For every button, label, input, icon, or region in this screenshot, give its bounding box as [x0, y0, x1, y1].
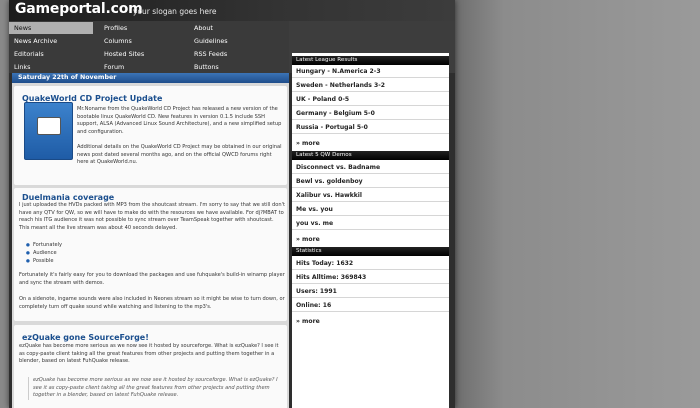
header: Gameportal.com your slogan goes here	[9, 0, 455, 21]
bullet-list: Fortunately Audience Possible	[26, 242, 62, 265]
article-paragraph: Mr.Noname from the QuakeWorld CD Project…	[77, 106, 282, 135]
site-logo[interactable]: Gameportal.com	[15, 1, 143, 17]
monitor-icon	[37, 117, 61, 135]
nav-editorials[interactable]: Editorials	[9, 48, 93, 60]
demo-item[interactable]: Me vs. you	[292, 204, 449, 216]
main-navigation: News Profiles About News Archive Columns…	[9, 21, 289, 73]
nav-news-archive[interactable]: News Archive	[9, 35, 93, 47]
demos-header: Latest 5 QW Demos	[292, 151, 449, 160]
stat-item: Hits Today: 1632	[292, 258, 449, 270]
league-result-item[interactable]: Hungary - N.America 2-3	[292, 66, 449, 78]
stat-item: Users: 1991	[292, 286, 449, 298]
nav-profiles[interactable]: Profiles	[99, 22, 183, 34]
sidebar: Latest League Results Hungary - N.Americ…	[292, 53, 449, 408]
stat-item: Hits Alltime: 369843	[292, 272, 449, 284]
list-item-text: Audience	[32, 249, 57, 256]
news-article: ezQuake gone SourceForge! ezQuake has be…	[14, 325, 287, 408]
article-title[interactable]: ezQuake gone SourceForge!	[22, 333, 149, 342]
article-paragraph: ezQuake has become more serious as we no…	[19, 343, 279, 365]
article-paragraph: Additional details on the QuakeWorld CD …	[77, 144, 282, 166]
demo-item[interactable]: Bewl vs. goldenboy	[292, 176, 449, 188]
article-quote: ezQuake has become more serious as we no…	[28, 377, 285, 400]
demos-more-link[interactable]: » more	[296, 236, 320, 243]
main-content: Saturday 22th of November QuakeWorld CD …	[12, 73, 289, 408]
demo-item[interactable]: you vs. me	[292, 218, 449, 230]
list-item: Fortunately	[26, 242, 62, 250]
list-item: Audience	[26, 250, 62, 258]
nav-guidelines[interactable]: Guidelines	[189, 35, 273, 47]
background-right	[455, 0, 700, 408]
nav-rss-feeds[interactable]: RSS Feeds	[189, 48, 273, 60]
date-bar: Saturday 22th of November	[12, 73, 289, 83]
nav-about[interactable]: About	[189, 22, 273, 34]
league-more-link[interactable]: » more	[296, 140, 320, 147]
article-paragraph: I just uploaded the HVDs packed with MP3…	[19, 202, 285, 231]
nav-columns[interactable]: Columns	[99, 35, 183, 47]
league-result-item[interactable]: Sweden - Netherlands 3-2	[292, 80, 449, 92]
demo-item[interactable]: Xalibur vs. Hawkkil	[292, 190, 449, 202]
league-result-item[interactable]: Germany - Belgium 5-0	[292, 108, 449, 120]
article-paragraph: On a sidenote, ingame sounds were also i…	[19, 296, 285, 310]
nav-row: News Profiles About	[9, 22, 289, 35]
league-results-header: Latest League Results	[292, 56, 449, 65]
demo-item[interactable]: Disconnect vs. Badname	[292, 162, 449, 174]
list-item-text: Fortunately	[32, 242, 63, 248]
nav-forum[interactable]: Forum	[99, 61, 183, 73]
news-article: Duelmania coverage I just uploaded the H…	[14, 188, 287, 321]
stat-item: Online: 16	[292, 300, 449, 312]
nav-row: Editorials Hosted Sites RSS Feeds	[9, 48, 289, 61]
article-paragraph: Fortunately it's fairly easy for you to …	[19, 272, 285, 286]
league-result-item[interactable]: UK - Poland 0-5	[292, 94, 449, 106]
list-item-text: Possible	[32, 257, 54, 264]
nav-buttons[interactable]: Buttons	[189, 61, 273, 73]
nav-row: News Archive Columns Guidelines	[9, 35, 289, 48]
league-result-item[interactable]: Russia - Portugal 5-0	[292, 122, 449, 134]
nav-news[interactable]: News	[9, 22, 93, 34]
site-slogan: your slogan goes here	[133, 7, 217, 16]
stats-more-link[interactable]: » more	[296, 318, 320, 325]
list-item: Possible	[26, 258, 62, 266]
nav-hosted-sites[interactable]: Hosted Sites	[99, 48, 183, 60]
statistics-header: Statistics	[292, 247, 449, 256]
computer-image	[24, 102, 73, 160]
news-article: QuakeWorld CD Project Update Mr.Noname f…	[14, 86, 287, 185]
nav-links[interactable]: Links	[9, 61, 93, 73]
article-title[interactable]: Duelmania coverage	[22, 193, 114, 202]
